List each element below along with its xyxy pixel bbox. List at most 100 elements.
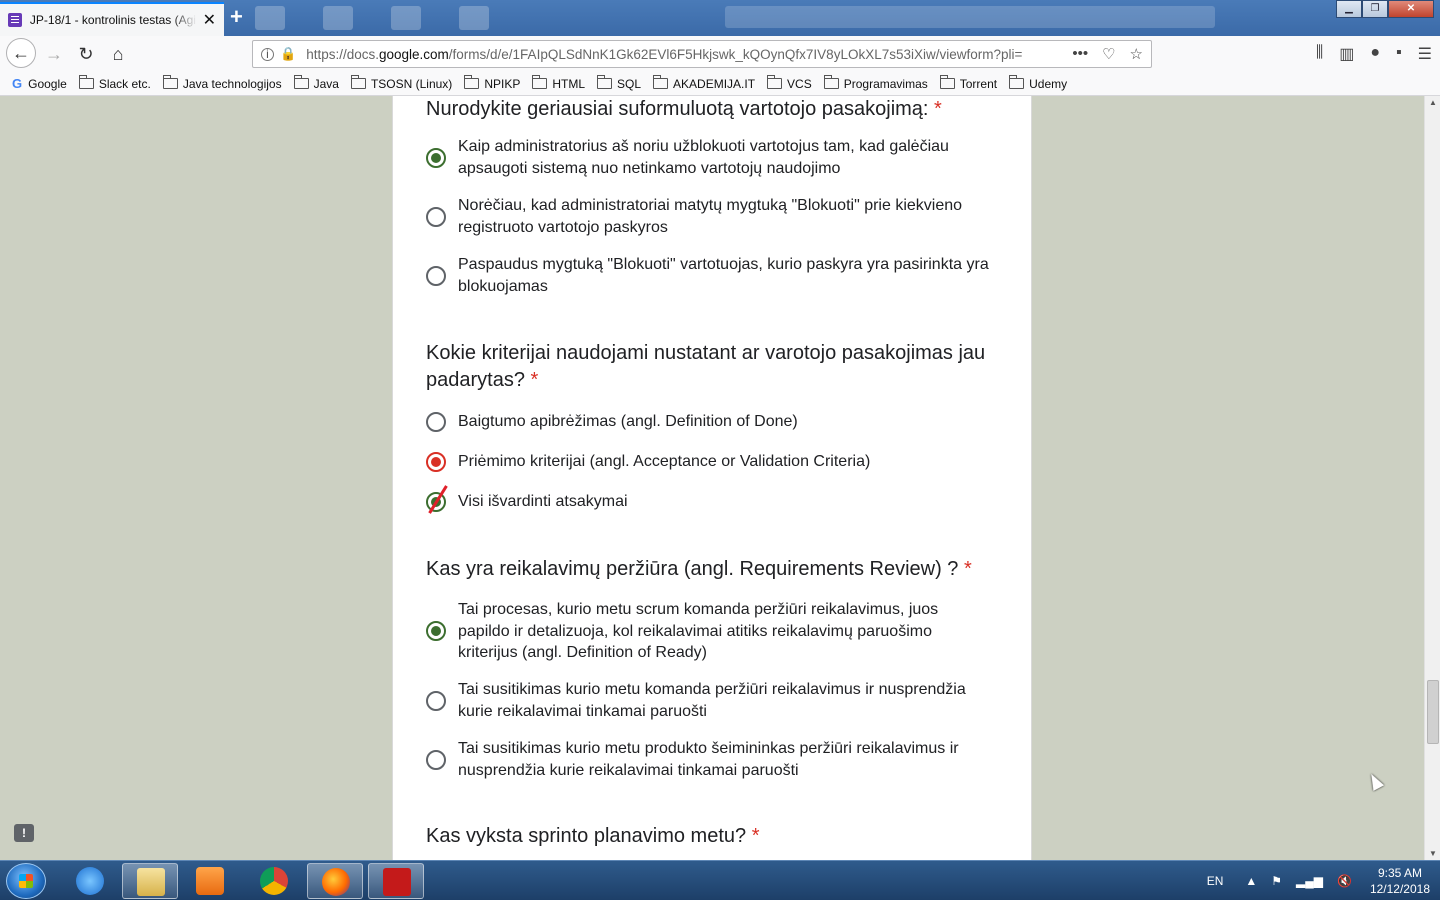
toolbar-right-icons: ⫼ ▥ ● ▪ ☰ [1316,44,1432,64]
pocket-icon[interactable]: ♡ [1102,45,1115,63]
bookmark-star-icon[interactable]: ☆ [1130,45,1143,63]
bookmark-item[interactable]: VCS [767,75,812,91]
clock[interactable]: 9:35 AM 12/12/2018 [1370,865,1430,897]
bookmark-label: Java [313,76,339,91]
required-asterisk: * [751,825,760,847]
bookmark-label: Java technologijos [182,76,282,91]
option-label: Norėčiau, kad administratoriai matytų my… [458,197,963,236]
minimize-button[interactable]: ▁ [1336,0,1362,18]
radio-option[interactable]: Visi išvardinti atsakymai [426,491,1006,513]
bookmark-label: AKADEMIJA.IT [673,76,756,91]
folder-icon [464,75,480,89]
language-indicator[interactable]: EN [1207,874,1224,888]
bookmark-label: Slack etc. [98,76,151,91]
radio-option[interactable]: Norėčiau, kad administratoriai matytų my… [426,195,1006,238]
folder-icon [162,75,178,89]
bookmark-item[interactable]: Torrent [939,75,997,91]
bookmark-item[interactable]: TSOSN (Linux) [350,75,453,91]
form-card: Nurodykite geriausiai suformuluotą varto… [392,96,1032,860]
required-asterisk: * [964,558,972,580]
radio-button[interactable] [426,265,446,286]
radio-option[interactable]: Kaip administratorius aš noriu užblokuot… [426,136,1006,179]
menu-icon[interactable]: ☰ [1418,44,1432,64]
internet-explorer-icon [76,867,104,895]
bookmark-label: TSOSN (Linux) [370,76,453,91]
taskbar-acrobat[interactable] [368,863,424,899]
addon-icon[interactable]: ▪ [1396,44,1402,64]
mouse-cursor-icon [1365,771,1385,791]
tab-title: JP-18/1 - kontrolinis testas (Agi [29,13,196,27]
forward-button[interactable]: → [40,40,68,68]
close-window-button[interactable]: ✕ [1388,0,1434,18]
background-window-title [725,6,1215,28]
feedback-icon[interactable]: ! [14,824,34,842]
home-button[interactable]: ⌂ [104,40,132,68]
question-title: Kokie kriterijai naudojami nustatant ar … [426,342,986,391]
scroll-down-icon[interactable]: ▼ [1429,849,1437,858]
taskbar-chrome[interactable] [246,863,302,899]
maximize-button[interactable]: ❐ [1362,0,1388,18]
radio-option[interactable]: Tai procesas, kurio metu scrum komanda p… [426,599,1006,664]
volume-muted-icon[interactable]: 🔇 [1337,874,1352,888]
radio-button-selected[interactable] [426,621,446,642]
new-tab-button[interactable]: + [230,4,243,30]
scroll-up-icon[interactable]: ▲ [1429,98,1437,107]
bookmark-item[interactable]: Java [293,75,339,91]
sidebar-icon[interactable]: ▥ [1339,44,1354,64]
taskbar-media-player[interactable] [182,863,238,899]
show-hidden-icons-icon[interactable]: ▲ [1245,874,1257,888]
folder-icon [350,75,366,89]
option-label: Priėmimo kriterijai (angl. Acceptance or… [458,453,871,470]
bookmark-item[interactable]: Udemy [1009,75,1067,91]
radio-option[interactable]: Priėmimo kriterijai (angl. Acceptance or… [426,451,1006,473]
bookmark-item[interactable]: SQL [597,75,641,91]
windows-taskbar: EN ▲ ⚑ ▂▄▆ 🔇 9:35 AM 12/12/2018 [0,860,1440,900]
radio-button-selected-red[interactable] [426,451,446,472]
radio-button[interactable] [426,690,446,711]
network-icon[interactable]: ▂▄▆ [1296,874,1323,888]
bookmark-item[interactable]: G Google [12,76,67,91]
vertical-scrollbar[interactable]: ▲ ▼ [1424,96,1440,860]
folder-icon [939,75,955,89]
radio-option[interactable]: Baigtumo apibrėžimas (angl. Definition o… [426,411,1006,433]
bookmark-item[interactable]: Slack etc. [78,75,151,91]
option-label: Kaip administratorius aš noriu užblokuot… [458,138,949,177]
folder-icon [653,75,669,89]
browser-tab-active[interactable]: JP-18/1 - kontrolinis testas (Agi ✕ [0,2,224,36]
radio-option[interactable]: Paspaudus mygtuką "Blokuoti" vartotuojas… [426,254,1006,297]
radio-button[interactable] [426,206,446,227]
radio-option[interactable]: Tai susitikimas kurio metu produkto šeim… [426,738,1006,781]
library-icon[interactable]: ⫼ [1316,44,1323,64]
extension-icon[interactable]: ● [1370,44,1380,64]
required-asterisk: * [934,98,942,120]
google-icon: G [12,76,23,91]
address-bar[interactable]: i 🔒 https://docs.google.com/forms/d/e/1F… [252,40,1152,68]
radio-button-selected[interactable] [426,147,446,168]
radio-button[interactable] [426,749,446,770]
page-actions-icon[interactable]: ••• [1072,45,1088,63]
taskbar-firefox[interactable] [307,863,363,899]
question-title: Kas vyksta sprinto planavimo metu? * [426,825,760,847]
question-title: Kas yra reikalavimų peržiūra (angl. Requ… [426,558,972,580]
google-forms-icon [8,13,22,27]
bookmark-item[interactable]: Java technologijos [162,75,282,91]
bookmark-item[interactable]: Programavimas [823,75,928,91]
lock-icon: 🔒 [280,46,297,61]
option-label: Visi išvardinti atsakymai [458,493,628,510]
back-button[interactable]: ← [6,38,36,68]
question-title: Nurodykite geriausiai suformuluotą varto… [426,98,942,120]
bookmark-item[interactable]: AKADEMIJA.IT [653,75,756,91]
scrollbar-thumb[interactable] [1427,680,1439,744]
action-center-flag-icon[interactable]: ⚑ [1271,874,1282,888]
site-info-icon[interactable]: i [261,47,274,61]
taskbar-file-explorer[interactable] [122,863,178,899]
start-button[interactable] [6,863,46,899]
radio-button[interactable] [426,411,446,432]
close-tab-icon[interactable]: ✕ [203,10,216,30]
bookmark-label: VCS [787,76,812,91]
bookmark-item[interactable]: NPIKP [464,75,520,91]
taskbar-internet-explorer[interactable] [62,863,118,899]
reload-button[interactable]: ↻ [72,40,100,68]
bookmark-item[interactable]: HTML [532,75,585,91]
radio-option[interactable]: Tai susitikimas kurio metu komanda perži… [426,679,1006,722]
